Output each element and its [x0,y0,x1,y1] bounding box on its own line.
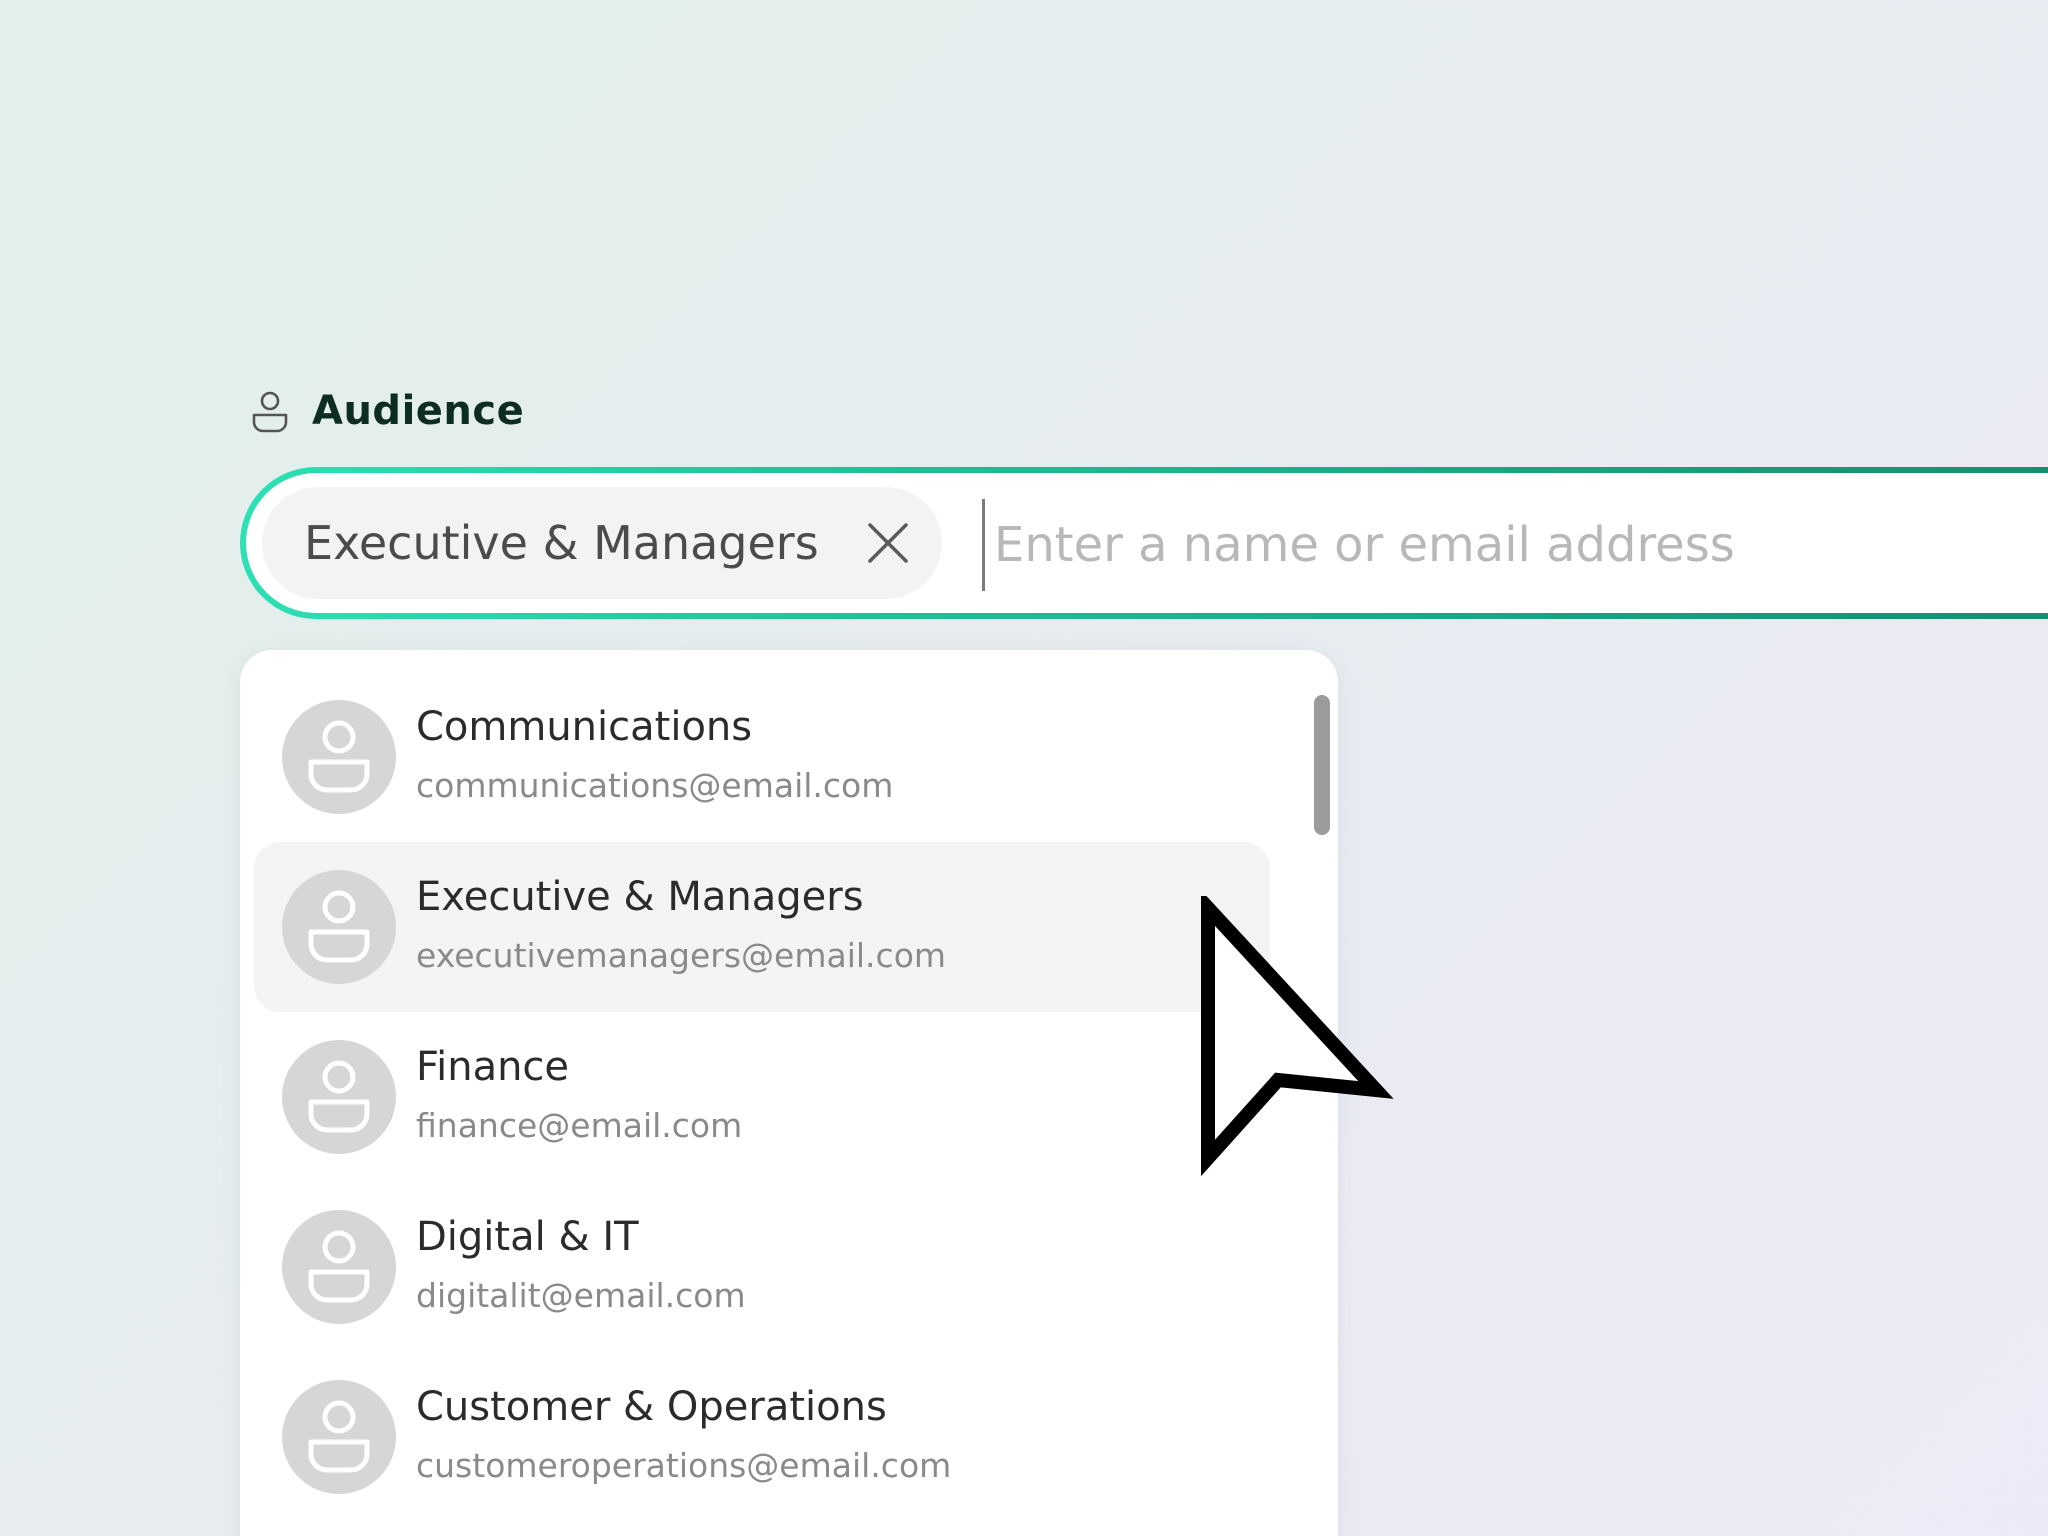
list-item[interactable]: Customer & Operations customeroperations@… [254,1352,1270,1522]
item-name: Executive & Managers [416,874,864,920]
item-name: Communications [416,704,753,750]
item-email: customeroperations@email.com [416,1446,952,1485]
list-item[interactable]: Digital & IT digitalit@email.com [254,1182,1270,1352]
person-icon [252,391,288,433]
avatar [282,700,396,814]
item-email: digitalit@email.com [416,1276,746,1315]
avatar [282,1380,396,1494]
audience-header: Audience [250,385,524,437]
audience-title: Audience [312,388,525,434]
selected-chip: Executive & Managers [262,487,942,599]
text-caret [982,499,985,591]
item-email: executivemanagers@email.com [416,936,947,975]
list-item[interactable]: Finance finance@email.com [254,1012,1270,1182]
person-avatar-icon [308,1060,370,1133]
chip-label: Executive & Managers [304,516,819,570]
person-avatar-icon [308,1230,370,1303]
avatar [282,1210,396,1324]
audience-search-field[interactable]: Executive & Managers [240,467,2048,619]
suggestions-dropdown: Communications communications@email.com Ex… [240,650,1338,1536]
search-input[interactable] [990,493,2048,597]
dropdown-scrollbar[interactable] [1314,695,1330,835]
item-name: Customer & Operations [416,1384,887,1430]
list-item[interactable]: Communications communications@email.com [254,672,1270,842]
person-avatar-icon [308,1400,370,1473]
item-email: finance@email.com [416,1106,743,1145]
avatar [282,870,396,984]
avatar [282,1040,396,1154]
item-name: Finance [416,1044,570,1090]
person-avatar-icon [308,720,370,793]
person-avatar-icon [308,890,370,963]
close-icon[interactable] [864,519,912,567]
list-item[interactable]: Executive & Managers executivemanagers@em… [254,842,1270,1012]
item-name: Digital & IT [416,1214,639,1260]
item-email: communications@email.com [416,766,894,805]
